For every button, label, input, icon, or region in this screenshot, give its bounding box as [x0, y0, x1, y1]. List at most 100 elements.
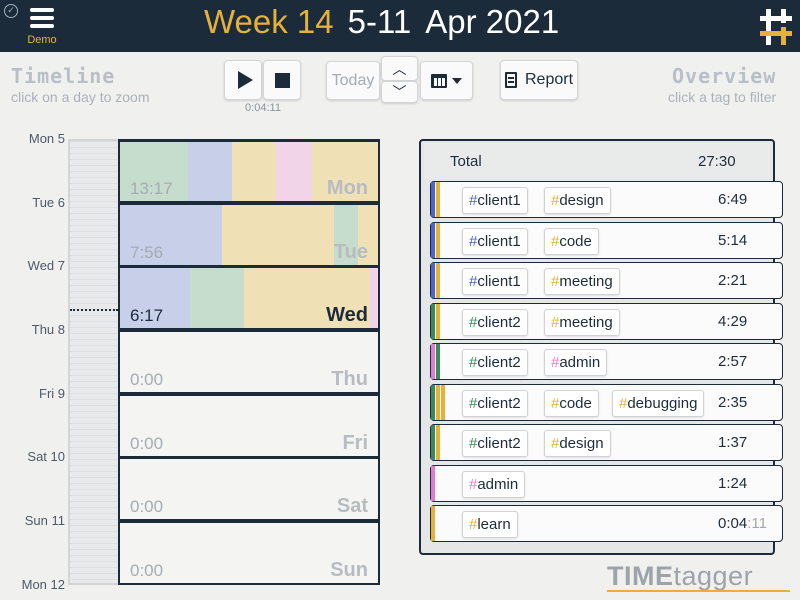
row-duration: 2:21: [718, 272, 747, 289]
tag-chip[interactable]: #client2: [462, 390, 528, 417]
overview-tag-row[interactable]: #client1 #design 6:49: [430, 181, 783, 218]
day-row-fri[interactable]: 0:00 Fri: [118, 394, 380, 458]
tag-label: code: [559, 395, 592, 412]
today-label: Today: [331, 71, 375, 89]
total-label: Total: [450, 153, 482, 170]
overview-tag-row[interactable]: #client2 #admin 2:57: [430, 343, 783, 380]
menu-icon-bar: [30, 16, 54, 20]
tag-chip[interactable]: #code: [544, 228, 599, 255]
tag-label: debugging: [627, 395, 698, 412]
duration-main: 4:29: [718, 313, 748, 330]
tag-color-bar: [431, 182, 435, 217]
date-picker-button[interactable]: [420, 61, 473, 100]
day-name: Wed: [326, 304, 368, 326]
tag-chip[interactable]: #debugging: [612, 390, 705, 417]
tag-label: admin: [477, 476, 519, 493]
tag-chip[interactable]: #meeting: [544, 309, 620, 336]
overview-tag-row[interactable]: #client1 #meeting 2:21: [430, 262, 783, 299]
tag-label: client2: [477, 395, 521, 412]
report-label: Report: [524, 71, 574, 88]
start-timer-button[interactable]: [224, 60, 262, 100]
tag-color-bar: [436, 425, 440, 460]
overview-tag-row[interactable]: #learn 0:04:11: [430, 505, 783, 542]
tag-color-bar: [431, 466, 435, 501]
next-week-button[interactable]: ﹀: [381, 81, 418, 103]
day-axis-label: Tue 6: [32, 195, 65, 210]
tag-color-bar: [431, 385, 435, 420]
tag-chip[interactable]: #code: [544, 390, 599, 417]
overview-title: Overview: [672, 64, 777, 88]
menu-button[interactable]: [30, 8, 54, 32]
record-admin[interactable]: [276, 142, 312, 201]
today-button[interactable]: Today: [326, 61, 380, 100]
day-name: Thu: [331, 368, 368, 390]
day-row-tue[interactable]: 7:56 Tue: [118, 203, 380, 267]
record-client1[interactable]: [188, 142, 232, 201]
tag-chip[interactable]: #client1: [462, 187, 528, 214]
overview-tag-row[interactable]: #client2 #meeting 4:29: [430, 303, 783, 340]
brand-bold: TIME: [607, 561, 674, 591]
calendar-icon: [431, 73, 447, 88]
previous-week-button[interactable]: ︿: [381, 56, 418, 81]
row-duration: 6:49: [718, 191, 747, 208]
record-activity[interactable]: [232, 142, 276, 201]
total-value: 27:30: [698, 153, 736, 170]
stop-icon: [274, 72, 290, 88]
day-row-wed[interactable]: 6:17 Wed: [118, 266, 380, 330]
tag-color-bar: [431, 425, 435, 460]
tag-chip[interactable]: #client2: [462, 430, 528, 457]
tag-chip[interactable]: #admin: [544, 349, 608, 376]
record-client2[interactable]: [190, 268, 244, 328]
duration-seconds: :11: [747, 515, 767, 532]
tag-chip[interactable]: #client1: [462, 228, 528, 255]
tag-chip[interactable]: #admin: [462, 471, 526, 498]
overview-tag-row[interactable]: #admin 1:24: [430, 465, 783, 502]
overview-tag-row[interactable]: #client1 #code 5:14: [430, 222, 783, 259]
app-header: ✓ Demo Week 14 5-11 Apr 2021: [0, 0, 800, 52]
tag-label: client1: [477, 233, 521, 250]
tag-chip[interactable]: #design: [544, 430, 611, 457]
day-name: Sat: [336, 495, 368, 517]
duration-main: 0:04: [718, 515, 748, 532]
day-name: Mon: [326, 177, 368, 199]
row-duration: 1:24: [718, 475, 747, 492]
day-duration: 7:56: [130, 243, 164, 262]
tag-chip[interactable]: #learn: [462, 511, 518, 538]
day-name: Tue: [333, 241, 368, 263]
row-duration: 0:04:11: [718, 515, 767, 532]
tag-color-bar: [431, 506, 435, 541]
timeline-scrollbar[interactable]: [68, 139, 118, 585]
day-row-sun[interactable]: 0:00 Sun: [118, 521, 380, 585]
duration-main: 1:37: [718, 434, 748, 451]
tag-chip[interactable]: #meeting: [544, 268, 620, 295]
stop-timer-button[interactable]: [263, 60, 301, 100]
day-row-thu[interactable]: 0:00 Thu: [118, 330, 380, 394]
tag-chip[interactable]: #client2: [462, 309, 528, 336]
week-label: Week 14: [204, 3, 334, 40]
overview-tag-row[interactable]: #client2 #code #debugging 2:35: [430, 384, 783, 421]
tag-chip[interactable]: #design: [544, 187, 611, 214]
tag-chip[interactable]: #client1: [462, 268, 528, 295]
duration-main: 2:57: [718, 353, 748, 370]
menu-icon-bar: [30, 24, 54, 28]
overview-tag-row[interactable]: #client2 #design 1:37: [430, 424, 783, 461]
report-doc-icon: [504, 72, 517, 88]
day-axis-label: Thu 8: [31, 322, 65, 337]
day-name: Sun: [330, 559, 368, 581]
day-row-sat[interactable]: 0:00 Sat: [118, 457, 380, 521]
timetagger-logo-icon[interactable]: [760, 7, 792, 45]
report-button[interactable]: Report: [500, 60, 578, 100]
overview-hint: click a tag to filter: [668, 89, 777, 105]
record-admin[interactable]: [370, 268, 378, 328]
tag-color-bar: [431, 223, 435, 258]
day-row-mon[interactable]: 13:17 Mon: [118, 139, 380, 203]
sync-status-icon: ✓: [4, 4, 18, 18]
tag-label: client2: [477, 354, 521, 371]
tag-label: client2: [477, 314, 521, 331]
day-duration: 0:00: [130, 561, 164, 580]
day-axis-label: Wed 7: [27, 258, 65, 273]
record-activity[interactable]: [222, 205, 334, 265]
tag-color-bar: [436, 223, 440, 258]
row-duration: 1:37: [718, 434, 747, 451]
tag-chip[interactable]: #client2: [462, 349, 528, 376]
